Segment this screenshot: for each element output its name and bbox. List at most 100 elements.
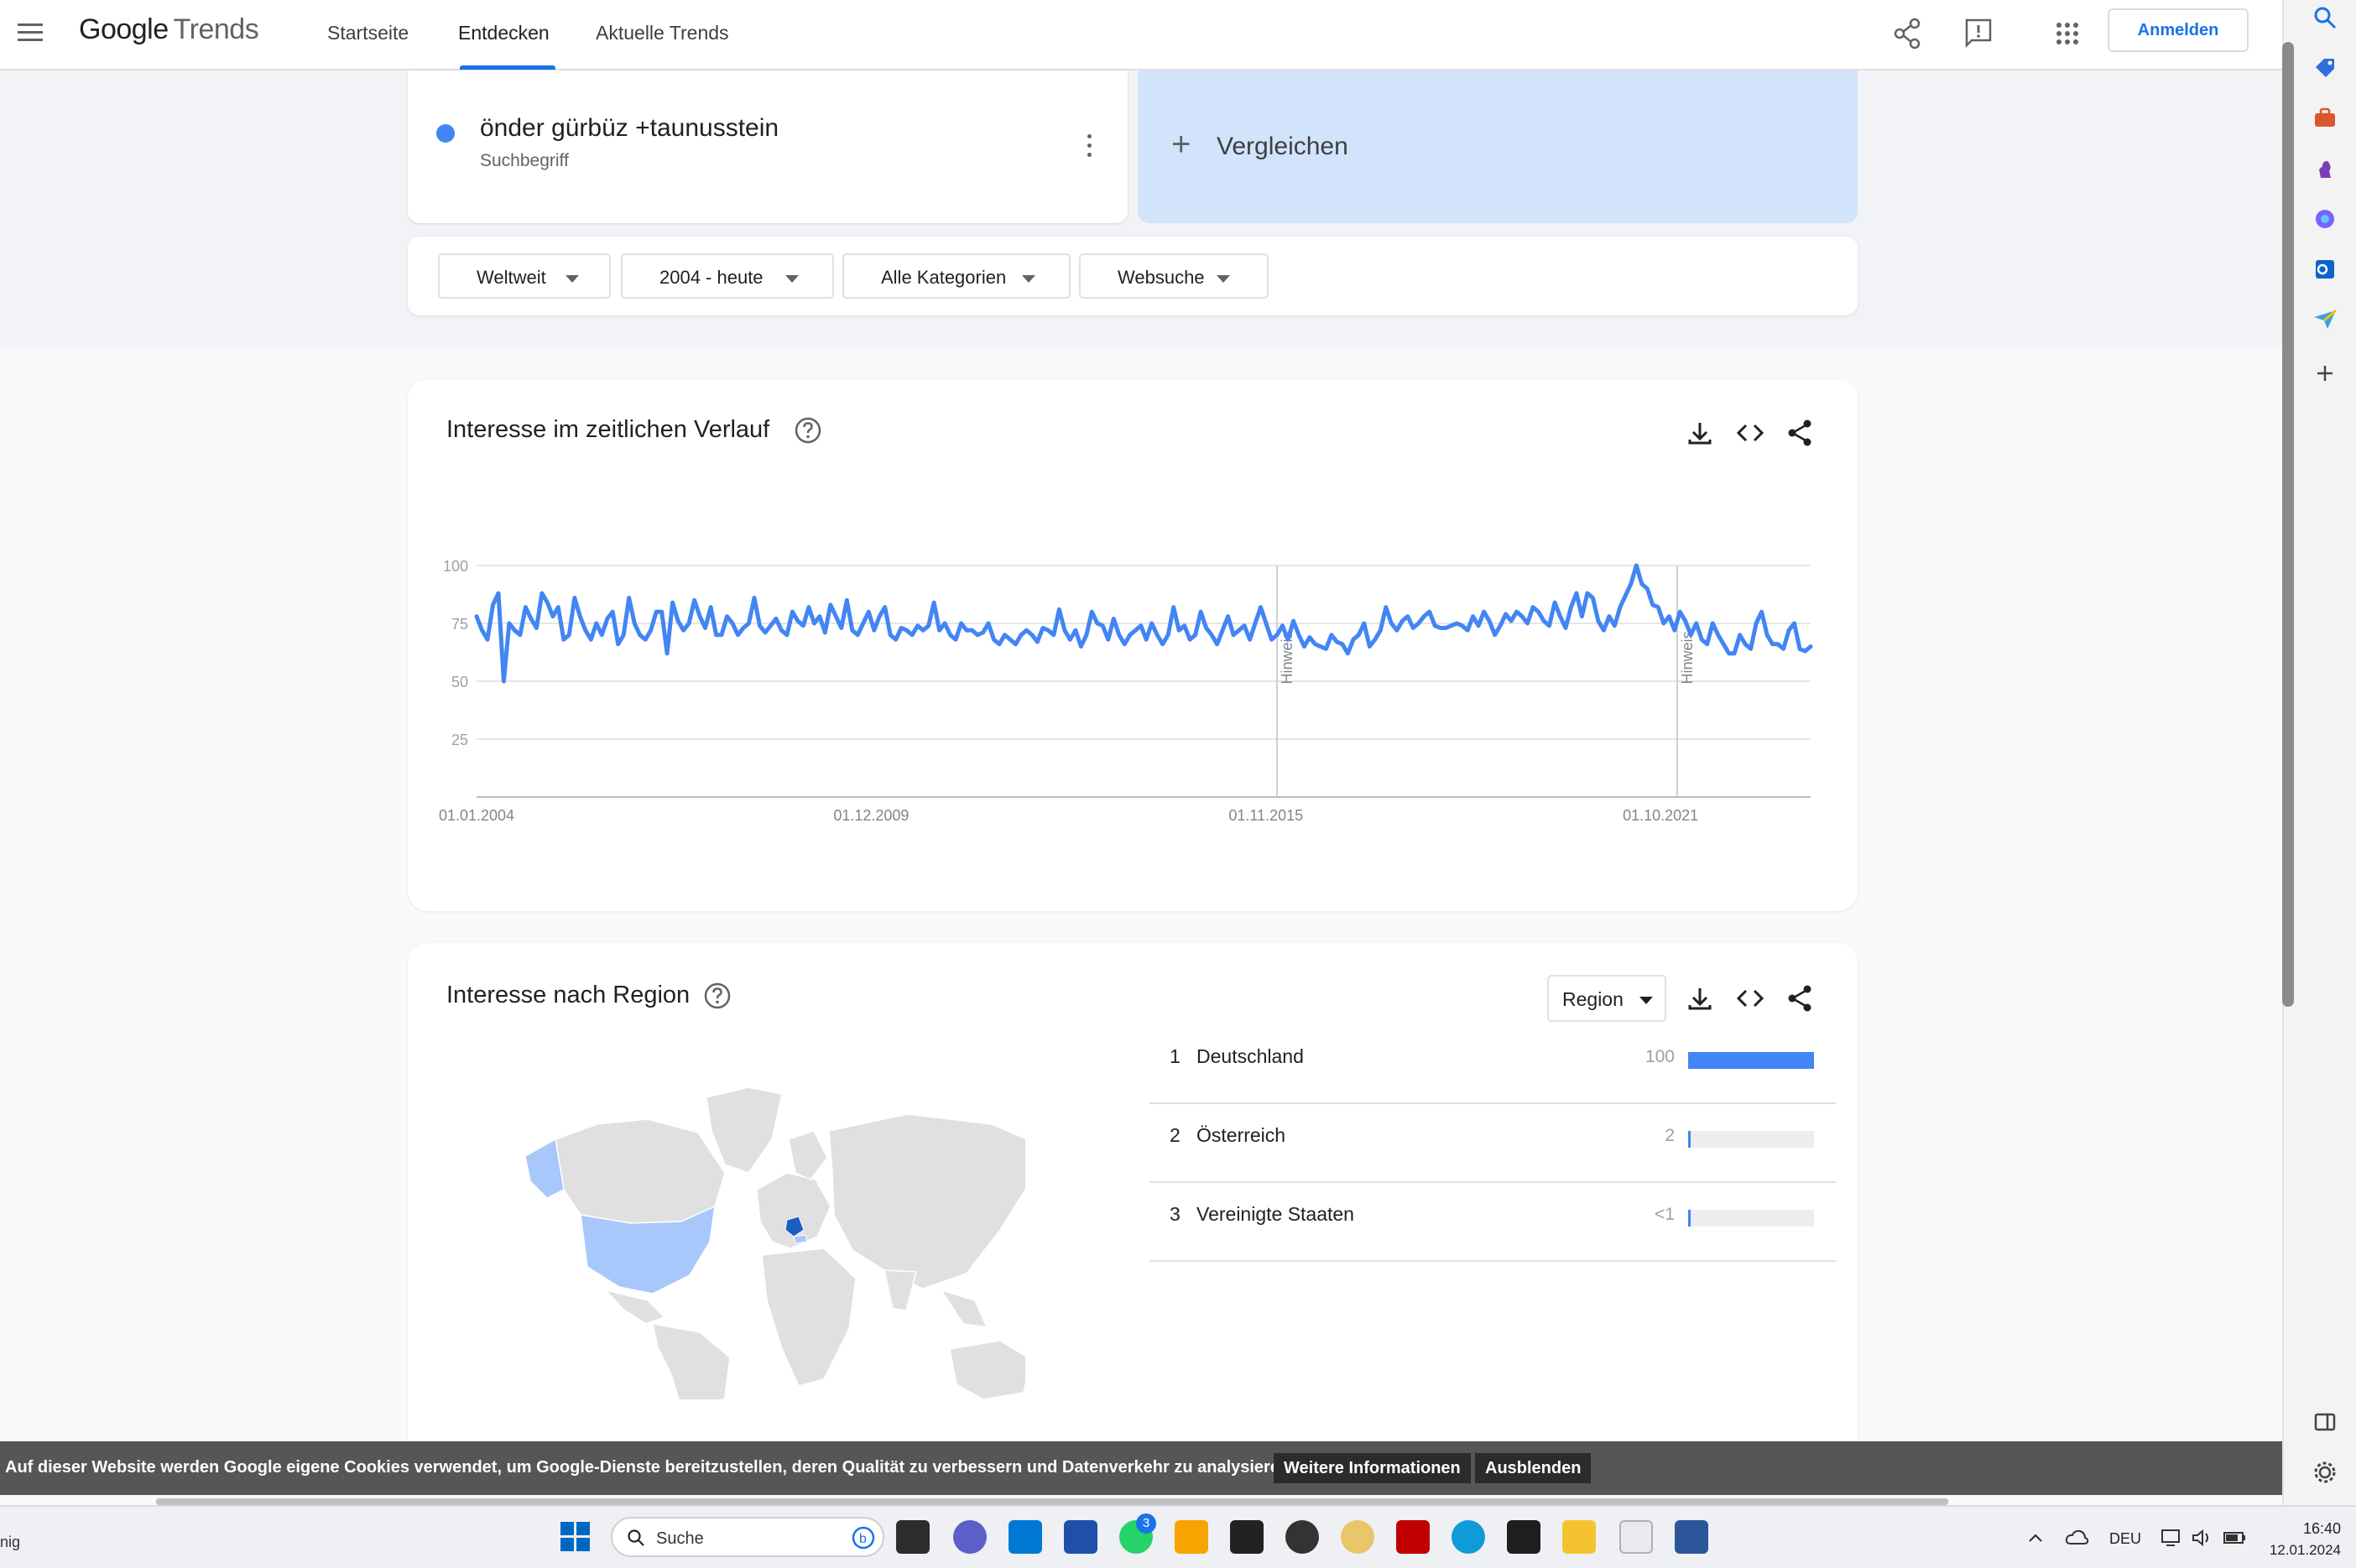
search-term-text[interactable]: önder gürbüz +taunusstein bbox=[480, 114, 779, 143]
feedback-icon[interactable] bbox=[1960, 15, 1997, 52]
map-greenland bbox=[706, 1086, 783, 1174]
map-india bbox=[884, 1269, 917, 1311]
help-icon[interactable] bbox=[703, 982, 732, 1010]
word-icon[interactable] bbox=[1675, 1520, 1708, 1554]
filter-bar: Weltweit 2004 - heute Alle Kategorien We… bbox=[408, 237, 1858, 315]
briefcase-icon[interactable] bbox=[2311, 104, 2339, 133]
map-central-america bbox=[603, 1289, 666, 1325]
taskview-icon[interactable] bbox=[896, 1520, 930, 1554]
keyboard-language[interactable]: DEU bbox=[2109, 1530, 2141, 1548]
signin-button[interactable]: Anmelden bbox=[2108, 8, 2249, 52]
tab-aktuelle-trends[interactable]: Aktuelle Trends bbox=[596, 22, 729, 44]
snipping-tool-icon[interactable] bbox=[1619, 1520, 1653, 1554]
google-trends-logo[interactable]: Google Trends bbox=[79, 13, 259, 46]
cookie-dismiss-button[interactable]: Ausblenden bbox=[1475, 1453, 1592, 1483]
chevron-up-icon[interactable] bbox=[2025, 1529, 2046, 1549]
network-icon[interactable] bbox=[2160, 1527, 2183, 1549]
taskbar-date[interactable]: 12.01.2024 bbox=[2257, 1542, 2341, 1559]
active-tab-indicator bbox=[460, 65, 555, 70]
x-tick-label: 01.10.2021 bbox=[1623, 807, 1698, 824]
outlook-icon[interactable] bbox=[2311, 255, 2339, 284]
taskbar-left-text: nig bbox=[0, 1534, 21, 1550]
map-south-america bbox=[652, 1323, 731, 1399]
filter-search-type-label: Websuche bbox=[1118, 267, 1205, 288]
compare-button[interactable]: + Vergleichen bbox=[1138, 70, 1858, 223]
region-bar bbox=[1688, 1052, 1814, 1069]
disc-icon[interactable] bbox=[1341, 1520, 1374, 1554]
y-tick-label: 100 bbox=[443, 558, 468, 575]
cookie-more-info-button[interactable]: Weitere Informationen bbox=[1274, 1453, 1471, 1483]
caret-down-icon bbox=[566, 275, 579, 283]
term-color-dot bbox=[436, 124, 455, 143]
x-tick-label: 01.12.2009 bbox=[833, 807, 909, 824]
send-icon[interactable] bbox=[2311, 305, 2339, 334]
caret-down-icon bbox=[785, 275, 799, 283]
file-explorer-icon[interactable] bbox=[1562, 1520, 1596, 1554]
vertical-scrollbar[interactable] bbox=[2282, 42, 2294, 1007]
copilot-icon[interactable] bbox=[2311, 205, 2339, 233]
region-row-1[interactable]: 1 Deutschland 100 bbox=[1149, 1025, 1836, 1104]
filter-region[interactable]: Weltweit bbox=[438, 253, 611, 299]
region-value: 2 bbox=[1665, 1126, 1675, 1145]
region-bar bbox=[1688, 1131, 1814, 1148]
map-africa bbox=[761, 1248, 857, 1387]
embed-code-icon[interactable] bbox=[1733, 982, 1767, 1015]
tab-startseite[interactable]: Startseite bbox=[327, 22, 409, 44]
filter-search-type[interactable]: Websuche bbox=[1079, 253, 1269, 299]
y-tick-label: 25 bbox=[451, 732, 468, 748]
windows-start-icon[interactable] bbox=[560, 1522, 591, 1552]
map-austria bbox=[793, 1234, 808, 1244]
hamburger-menu-icon[interactable] bbox=[15, 17, 45, 47]
horizontal-scrollbar[interactable] bbox=[156, 1498, 1948, 1505]
more-vert-icon[interactable] bbox=[1081, 131, 1097, 161]
taskbar-time[interactable]: 16:40 bbox=[2257, 1520, 2341, 1538]
share-icon[interactable] bbox=[1784, 982, 1817, 1015]
cloud-icon[interactable] bbox=[2064, 1527, 2089, 1549]
chess-icon[interactable] bbox=[2311, 154, 2339, 183]
svg-text:b: b bbox=[859, 1532, 867, 1546]
taskbar-search-label: Suche bbox=[656, 1529, 704, 1548]
store-icon[interactable] bbox=[1009, 1520, 1042, 1554]
whatsapp-icon[interactable]: 3 bbox=[1119, 1513, 1156, 1554]
interest-line-chart[interactable]: 25 50 75 100 01.01.2004 01.12.2009 01.11.2015 0… bbox=[408, 379, 1858, 911]
region-select-label: Region bbox=[1562, 988, 1624, 1010]
region-row-3[interactable]: 3 Vereinigte Staaten <1 bbox=[1149, 1183, 1836, 1262]
settings-gear-icon[interactable] bbox=[2311, 1458, 2339, 1487]
volume-icon[interactable] bbox=[2190, 1527, 2213, 1549]
edge-icon[interactable] bbox=[1452, 1520, 1485, 1554]
tab-entdecken[interactable]: Entdecken bbox=[458, 22, 550, 44]
remote-desktop-icon[interactable] bbox=[1064, 1520, 1097, 1554]
sidebar-toggle-icon[interactable] bbox=[2311, 1408, 2339, 1436]
app-orange-icon[interactable] bbox=[1175, 1520, 1208, 1554]
camera-icon[interactable] bbox=[1285, 1520, 1319, 1554]
windows-taskbar: nig Suche b 3 DEU 16:40 12.01.2024 bbox=[0, 1505, 2356, 1568]
apps-grid-icon[interactable] bbox=[2049, 15, 2086, 52]
filter-category[interactable]: Alle Kategorien bbox=[842, 253, 1071, 299]
filter-category-label: Alle Kategorien bbox=[881, 267, 1007, 288]
taskbar-search[interactable]: Suche b bbox=[611, 1517, 884, 1557]
battery-icon[interactable] bbox=[2222, 1527, 2247, 1549]
filezilla-icon[interactable] bbox=[1396, 1520, 1430, 1554]
filter-time-range[interactable]: 2004 - heute bbox=[621, 253, 834, 299]
region-row-2[interactable]: 2 Österreich 2 bbox=[1149, 1104, 1836, 1183]
region-bar-fill bbox=[1688, 1052, 1814, 1069]
record-icon[interactable] bbox=[1230, 1520, 1264, 1554]
region-value: <1 bbox=[1655, 1205, 1675, 1224]
interest-by-region-card: Interesse nach Region Region 1 Deutschla… bbox=[408, 943, 1858, 1446]
caret-down-icon bbox=[1217, 275, 1230, 283]
download-icon[interactable] bbox=[1683, 982, 1717, 1015]
teams-icon[interactable] bbox=[953, 1520, 987, 1554]
search-term-card[interactable]: önder gürbüz +taunusstein Suchbegriff bbox=[408, 70, 1128, 223]
region-bar-fill bbox=[1688, 1210, 1691, 1227]
search-icon[interactable] bbox=[2311, 3, 2339, 32]
whatsapp-badge: 3 bbox=[1136, 1513, 1156, 1534]
x-tick-label: 01.01.2004 bbox=[439, 807, 514, 824]
share-icon[interactable] bbox=[1889, 15, 1926, 52]
region-resolution-select[interactable]: Region bbox=[1547, 975, 1666, 1022]
world-map[interactable] bbox=[505, 1081, 1025, 1399]
map-asia bbox=[828, 1113, 1025, 1289]
tag-icon[interactable] bbox=[2311, 54, 2339, 82]
terminal-icon[interactable] bbox=[1507, 1520, 1540, 1554]
add-icon[interactable] bbox=[2311, 359, 2339, 388]
interest-over-time-card: Interesse im zeitlichen Verlauf 25 50 75 10… bbox=[408, 379, 1858, 911]
